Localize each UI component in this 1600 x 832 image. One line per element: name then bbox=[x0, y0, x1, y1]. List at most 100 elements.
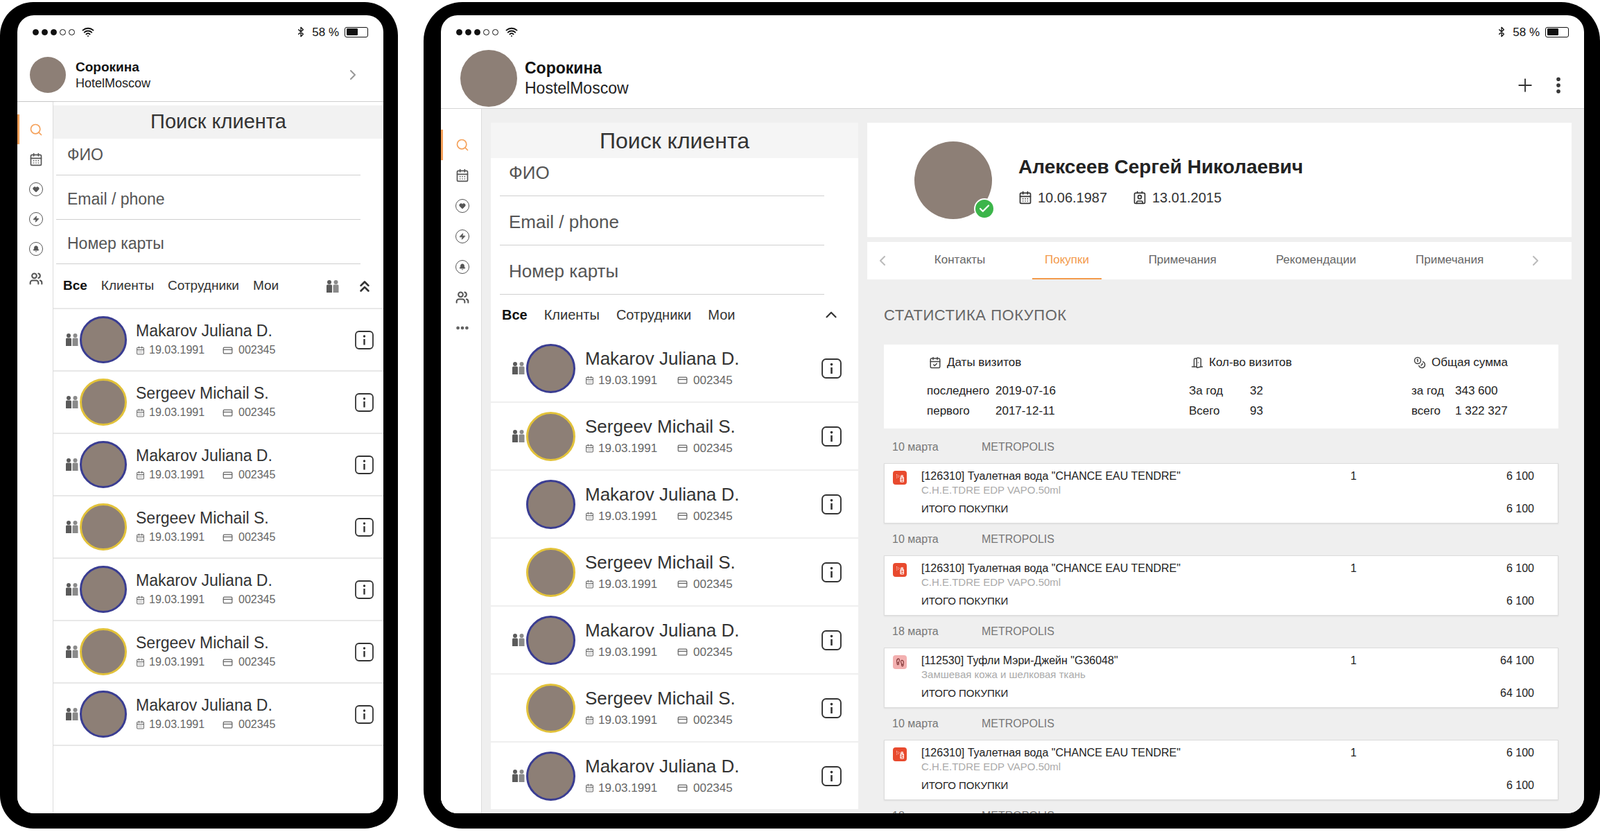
client-row[interactable]: Makarov Juliana D.19.03.1991002345 bbox=[490, 742, 859, 810]
client-row[interactable]: Makarov Juliana D.19.03.1991002345 bbox=[490, 470, 859, 538]
info-icon[interactable] bbox=[821, 426, 842, 447]
item-subtitle: Замшевая кожа и шелковая ткань bbox=[921, 667, 1351, 681]
detail-tab[interactable]: Покупки bbox=[1032, 241, 1102, 280]
sidebar-item[interactable] bbox=[17, 144, 53, 175]
client-row[interactable]: Sergeev Michail S.19.03.1991002345 bbox=[53, 370, 384, 433]
detail-tab[interactable]: Примечания bbox=[1403, 241, 1497, 280]
sidebar-item[interactable] bbox=[440, 129, 482, 161]
info-icon[interactable] bbox=[821, 766, 842, 787]
birthday-icon bbox=[585, 443, 595, 453]
tabs-prev-icon[interactable] bbox=[874, 252, 891, 269]
search-panel: Поиск клиентаФИОEmail / phoneНомер карты… bbox=[490, 122, 859, 810]
stats-column: Даты визитовпоследнего2019-07-16первого2… bbox=[926, 352, 1189, 422]
filter-tab[interactable]: Сотрудники bbox=[616, 304, 692, 326]
add-icon[interactable] bbox=[1514, 74, 1536, 96]
info-icon[interactable] bbox=[821, 698, 842, 719]
filter-tab[interactable]: Сотрудники bbox=[167, 275, 240, 297]
info-icon[interactable] bbox=[821, 358, 842, 379]
calendar-icon bbox=[29, 152, 43, 167]
chevron-right-icon[interactable] bbox=[344, 66, 362, 84]
info-icon[interactable] bbox=[354, 393, 374, 412]
filter-tab[interactable]: Все bbox=[501, 304, 528, 326]
client-photo bbox=[79, 378, 127, 426]
people-icon bbox=[455, 290, 470, 305]
purchase-card[interactable]: [126310] Туалетная вода "CHANCE EAU TEND… bbox=[883, 463, 1559, 524]
sidebar-item[interactable] bbox=[17, 203, 53, 234]
client-row[interactable]: Makarov Juliana D.19.03.1991002345 bbox=[53, 682, 384, 745]
stats-heading: Общая сумма bbox=[1431, 353, 1508, 372]
stats-column: Общая суммаза год343 600всего1 322 327 bbox=[1411, 352, 1559, 422]
activity-icon bbox=[29, 212, 43, 226]
client-row[interactable]: Sergeev Michail S.19.03.1991002345 bbox=[490, 674, 859, 742]
client-row[interactable]: Sergeev Michail S.19.03.1991002345 bbox=[490, 538, 859, 606]
heart-icon bbox=[29, 182, 43, 197]
people-icon bbox=[29, 271, 43, 286]
sidebar-item[interactable] bbox=[17, 233, 53, 264]
purchase-card[interactable]: [126310] Туалетная вода "CHANCE EAU TEND… bbox=[883, 739, 1559, 800]
shoes-icon bbox=[892, 655, 907, 669]
total-value: 6 100 bbox=[1350, 500, 1535, 518]
filter-tab[interactable]: Все bbox=[63, 275, 88, 297]
info-icon[interactable] bbox=[354, 455, 374, 475]
search-field[interactable]: ФИО bbox=[499, 158, 825, 197]
info-icon[interactable] bbox=[354, 580, 374, 599]
heart-icon bbox=[455, 198, 470, 213]
info-icon[interactable] bbox=[821, 630, 842, 651]
purchase-card[interactable]: [112530] Туфли Мэри-Джейн "G36048"Замшев… bbox=[883, 647, 1559, 708]
sidebar-item[interactable] bbox=[440, 160, 482, 191]
client-name: Makarov Juliana D. bbox=[135, 320, 276, 342]
search-field[interactable]: Email / phone bbox=[499, 196, 825, 246]
detail-tab[interactable]: Контакты bbox=[922, 241, 998, 280]
item-title: [126310] Туалетная вода "CHANCE EAU TEND… bbox=[921, 745, 1351, 760]
info-icon[interactable] bbox=[821, 562, 842, 583]
sidebar-item[interactable] bbox=[440, 312, 482, 344]
tablet-frame: 58 %СорокинаHostelMoscowПоиск клиентаФИО… bbox=[423, 2, 1600, 829]
signal-dot-icon bbox=[456, 29, 463, 36]
filter-tab[interactable]: Клиенты bbox=[544, 304, 600, 326]
filter-tab[interactable]: Клиенты bbox=[101, 275, 154, 297]
collapse-icon[interactable] bbox=[822, 305, 841, 324]
client-row[interactable]: Makarov Juliana D.19.03.1991002345 bbox=[53, 557, 384, 620]
search-field[interactable]: Номер карты bbox=[499, 245, 825, 295]
filter-tab[interactable]: Мои bbox=[707, 304, 735, 326]
people-icon bbox=[64, 457, 80, 472]
info-icon[interactable] bbox=[354, 330, 374, 350]
sidebar-item[interactable] bbox=[440, 282, 482, 313]
search-field[interactable]: Email / phone bbox=[56, 175, 361, 220]
search-field[interactable]: ФИО bbox=[56, 138, 361, 176]
search-field[interactable]: Номер карты bbox=[56, 219, 361, 265]
bluetooth-icon bbox=[295, 26, 307, 38]
detail-tab[interactable]: Примечания bbox=[1136, 241, 1230, 280]
client-row[interactable]: Sergeev Michail S.19.03.1991002345 bbox=[490, 402, 859, 470]
client-birth: 19.03.1991 bbox=[598, 643, 658, 662]
sidebar-item[interactable] bbox=[17, 174, 53, 204]
client-row[interactable]: Makarov Juliana D.19.03.1991002345 bbox=[53, 432, 384, 495]
client-row[interactable]: Makarov Juliana D.19.03.1991002345 bbox=[490, 606, 859, 674]
people-icon bbox=[64, 582, 80, 597]
tabs-next-icon[interactable] bbox=[1527, 252, 1544, 269]
client-row[interactable]: Sergeev Michail S.19.03.1991002345 bbox=[53, 494, 384, 558]
info-icon[interactable] bbox=[354, 517, 374, 537]
info-icon[interactable] bbox=[354, 642, 374, 662]
sidebar-item[interactable] bbox=[440, 190, 482, 222]
card-icon bbox=[222, 345, 233, 356]
purchase-group: 18 мартаMETROPOLIS[112530] Туфли Мэри-Дж… bbox=[883, 615, 1559, 708]
more-icon[interactable] bbox=[1548, 74, 1569, 96]
signal-dot-icon bbox=[32, 29, 39, 36]
info-icon[interactable] bbox=[821, 494, 842, 515]
client-row[interactable]: Makarov Juliana D.19.03.1991002345 bbox=[490, 334, 859, 402]
sidebar-item[interactable] bbox=[17, 114, 53, 145]
client-row[interactable]: Makarov Juliana D.19.03.1991002345 bbox=[53, 307, 384, 371]
filter-bar: Все Клиенты Сотрудники Мои bbox=[53, 264, 384, 308]
info-icon[interactable] bbox=[354, 705, 374, 724]
client-row[interactable]: Sergeev Michail S.19.03.1991002345 bbox=[53, 619, 384, 683]
filter-tab[interactable]: Мои bbox=[253, 275, 279, 297]
sidebar-item[interactable] bbox=[440, 251, 482, 283]
detail-tab[interactable]: Рекомендации bbox=[1263, 241, 1370, 280]
client-list: Makarov Juliana D.19.03.1991002345Sergee… bbox=[53, 307, 384, 746]
collapse-icon[interactable] bbox=[355, 277, 374, 296]
sidebar-item[interactable] bbox=[440, 221, 482, 252]
sidebar-item[interactable] bbox=[17, 263, 53, 294]
purchase-store: METROPOLIS bbox=[981, 438, 1055, 456]
purchase-card[interactable]: [126310] Туалетная вода "CHANCE EAU TEND… bbox=[883, 555, 1559, 616]
